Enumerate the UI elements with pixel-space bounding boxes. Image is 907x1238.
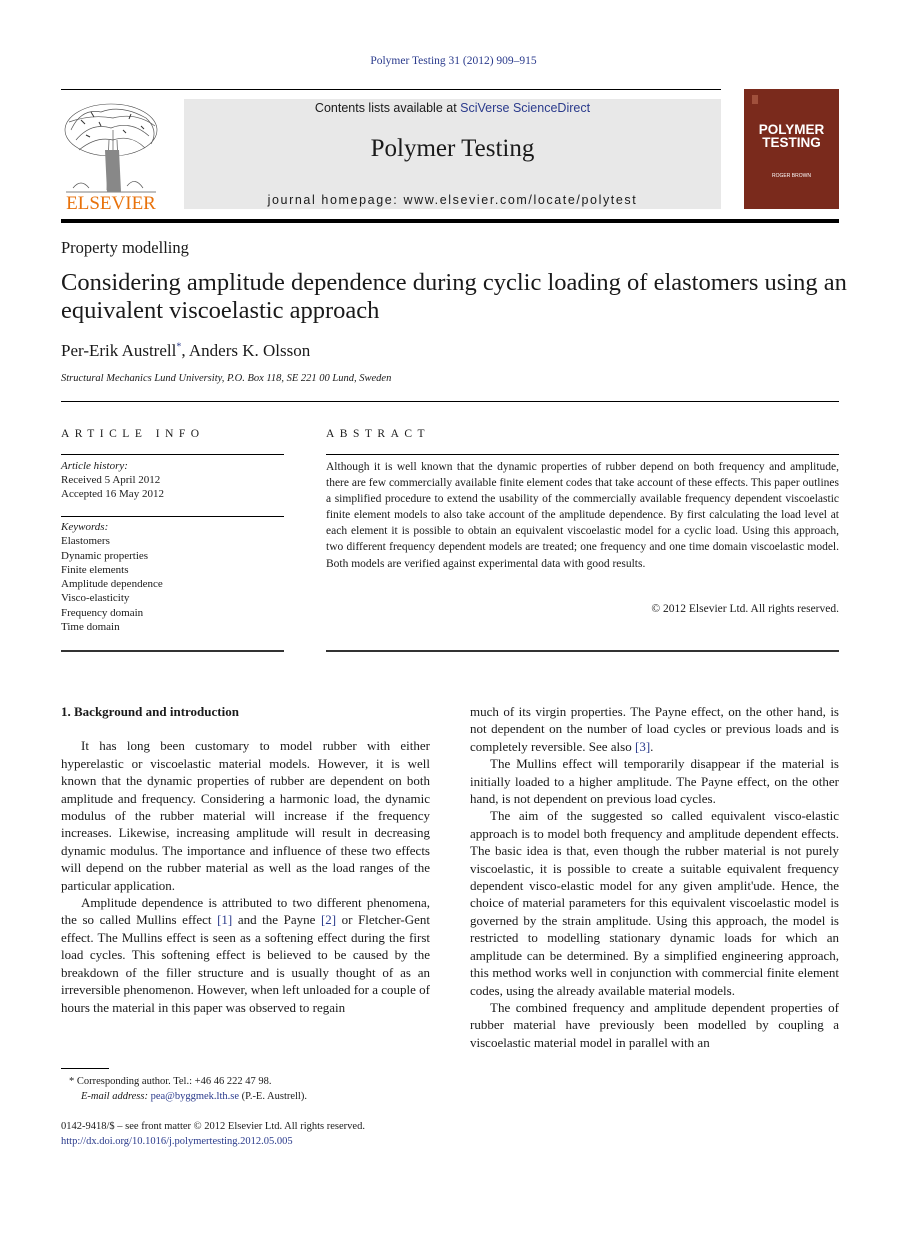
elsevier-wordmark: ELSEVIER	[66, 193, 156, 210]
footnote: * Corresponding author. Tel.: +46 46 222…	[61, 1074, 307, 1104]
abstract-heading: ABSTRACT	[326, 428, 431, 440]
journal-banner: Contents lists available at SciVerse Sci…	[184, 99, 721, 209]
body-column-left: 1. Background and introduction It has lo…	[61, 703, 430, 1016]
journal-cover[interactable]: POLYMER TESTING ROGER BROWN	[744, 89, 839, 209]
article-section: Property modelling	[61, 238, 189, 257]
paragraph: The Mullins effect will temporarily disa…	[470, 756, 839, 807]
footnote-text: Corresponding author. Tel.: +46 46 222 4…	[74, 1076, 272, 1087]
cover-editor: ROGER BROWN	[772, 173, 811, 179]
issn-line: 0142-9418/$ – see front matter © 2012 El…	[61, 1121, 365, 1132]
top-rule	[61, 89, 721, 90]
paragraph: much of its virgin properties. The Payne…	[470, 703, 839, 755]
journal-reference[interactable]: Polymer Testing 31 (2012) 909–915	[0, 55, 907, 67]
abstract-text: Although it is well known that the dynam…	[326, 461, 839, 570]
divider	[61, 401, 839, 402]
journal-homepage[interactable]: journal homepage: www.elsevier.com/locat…	[184, 193, 721, 207]
divider	[326, 650, 839, 652]
keywords: Keywords: Elastomers Dynamic properties …	[61, 520, 163, 634]
tree-icon: ELSEVIER	[64, 103, 158, 214]
cover-emblem-icon	[752, 95, 758, 104]
paragraph-text: .	[650, 738, 654, 754]
keywords-label: Keywords:	[61, 521, 109, 533]
citation-link[interactable]: [1]	[217, 912, 232, 927]
article-title: Considering amplitude dependence during …	[61, 269, 847, 324]
footnote-email: E-mail address: pea@byggmek.lth.se (P.-E…	[61, 1089, 307, 1104]
received-date: Received 5 April 2012	[61, 474, 161, 486]
article-info-heading: ARTICLE INFO	[61, 428, 205, 440]
affiliation: Structural Mechanics Lund University, P.…	[61, 373, 392, 384]
author-list: Per-Erik Austrell*, Anders K. Olsson	[61, 341, 310, 361]
divider	[61, 454, 284, 455]
issn-block: 0142-9418/$ – see front matter © 2012 El…	[61, 1119, 365, 1149]
contents-prefix: Contents lists available at	[314, 101, 461, 115]
keyword: Dynamic properties	[61, 549, 149, 562]
paragraph-text: or Fletcher-Gent effect. The Mullins eff…	[61, 912, 430, 1015]
paragraph: Amplitude dependence is attributed to tw…	[61, 894, 430, 1016]
email-suffix: (P.-E. Austrell).	[239, 1091, 307, 1102]
email-link[interactable]: pea@byggmek.lth.se	[151, 1091, 239, 1102]
abstract-copyright: © 2012 Elsevier Ltd. All rights reserved…	[651, 603, 839, 615]
cover-title: POLYMER TESTING	[744, 123, 839, 150]
doi-link[interactable]: http://dx.doi.org/10.1016/j.polymertesti…	[61, 1134, 365, 1149]
article-history: Article history: Received 5 April 2012 A…	[61, 459, 164, 501]
paragraph: The combined frequency and amplitude dep…	[470, 999, 839, 1050]
divider	[61, 650, 284, 652]
keyword: Finite elements	[61, 563, 129, 576]
sciencedirect-link[interactable]: SciVerse ScienceDirect	[460, 101, 590, 115]
keyword: Frequency domain	[61, 606, 144, 619]
keyword: Elastomers	[61, 535, 110, 548]
paragraph-text: and the Payne	[232, 912, 321, 928]
email-label: E-mail address:	[81, 1091, 151, 1102]
elsevier-logo[interactable]: ELSEVIER	[61, 100, 161, 214]
author-name[interactable]: Per-Erik Austrell	[61, 341, 176, 360]
paragraph: It has long been customary to model rubb…	[61, 738, 430, 893]
body-column-right: much of its virgin properties. The Payne…	[470, 703, 839, 1051]
contents-line: Contents lists available at SciVerse Sci…	[184, 101, 721, 115]
author-name[interactable]: Anders K. Olsson	[189, 341, 310, 360]
cover-title-line2: TESTING	[762, 135, 821, 150]
citation-link[interactable]: [2]	[321, 912, 336, 927]
footnote-rule	[61, 1068, 109, 1069]
footnote-corresponding: * Corresponding author. Tel.: +46 46 222…	[61, 1074, 307, 1089]
section-heading: 1. Background and introduction	[61, 704, 239, 719]
paragraph: The aim of the suggested so called equiv…	[470, 808, 839, 998]
history-label: Article history:	[61, 460, 128, 472]
divider	[61, 516, 284, 517]
keyword: Time domain	[61, 621, 120, 634]
header-divider	[61, 219, 839, 223]
accepted-date: Accepted 16 May 2012	[61, 488, 164, 500]
journal-title: Polymer Testing	[370, 135, 535, 162]
divider	[326, 454, 839, 455]
paragraph-text: much of its virgin properties. The Payne…	[470, 704, 839, 754]
keyword: Visco-elasticity	[61, 592, 130, 605]
citation-link[interactable]: [3]	[635, 739, 650, 754]
keyword: Amplitude dependence	[61, 578, 163, 591]
author-separator: ,	[181, 341, 189, 360]
